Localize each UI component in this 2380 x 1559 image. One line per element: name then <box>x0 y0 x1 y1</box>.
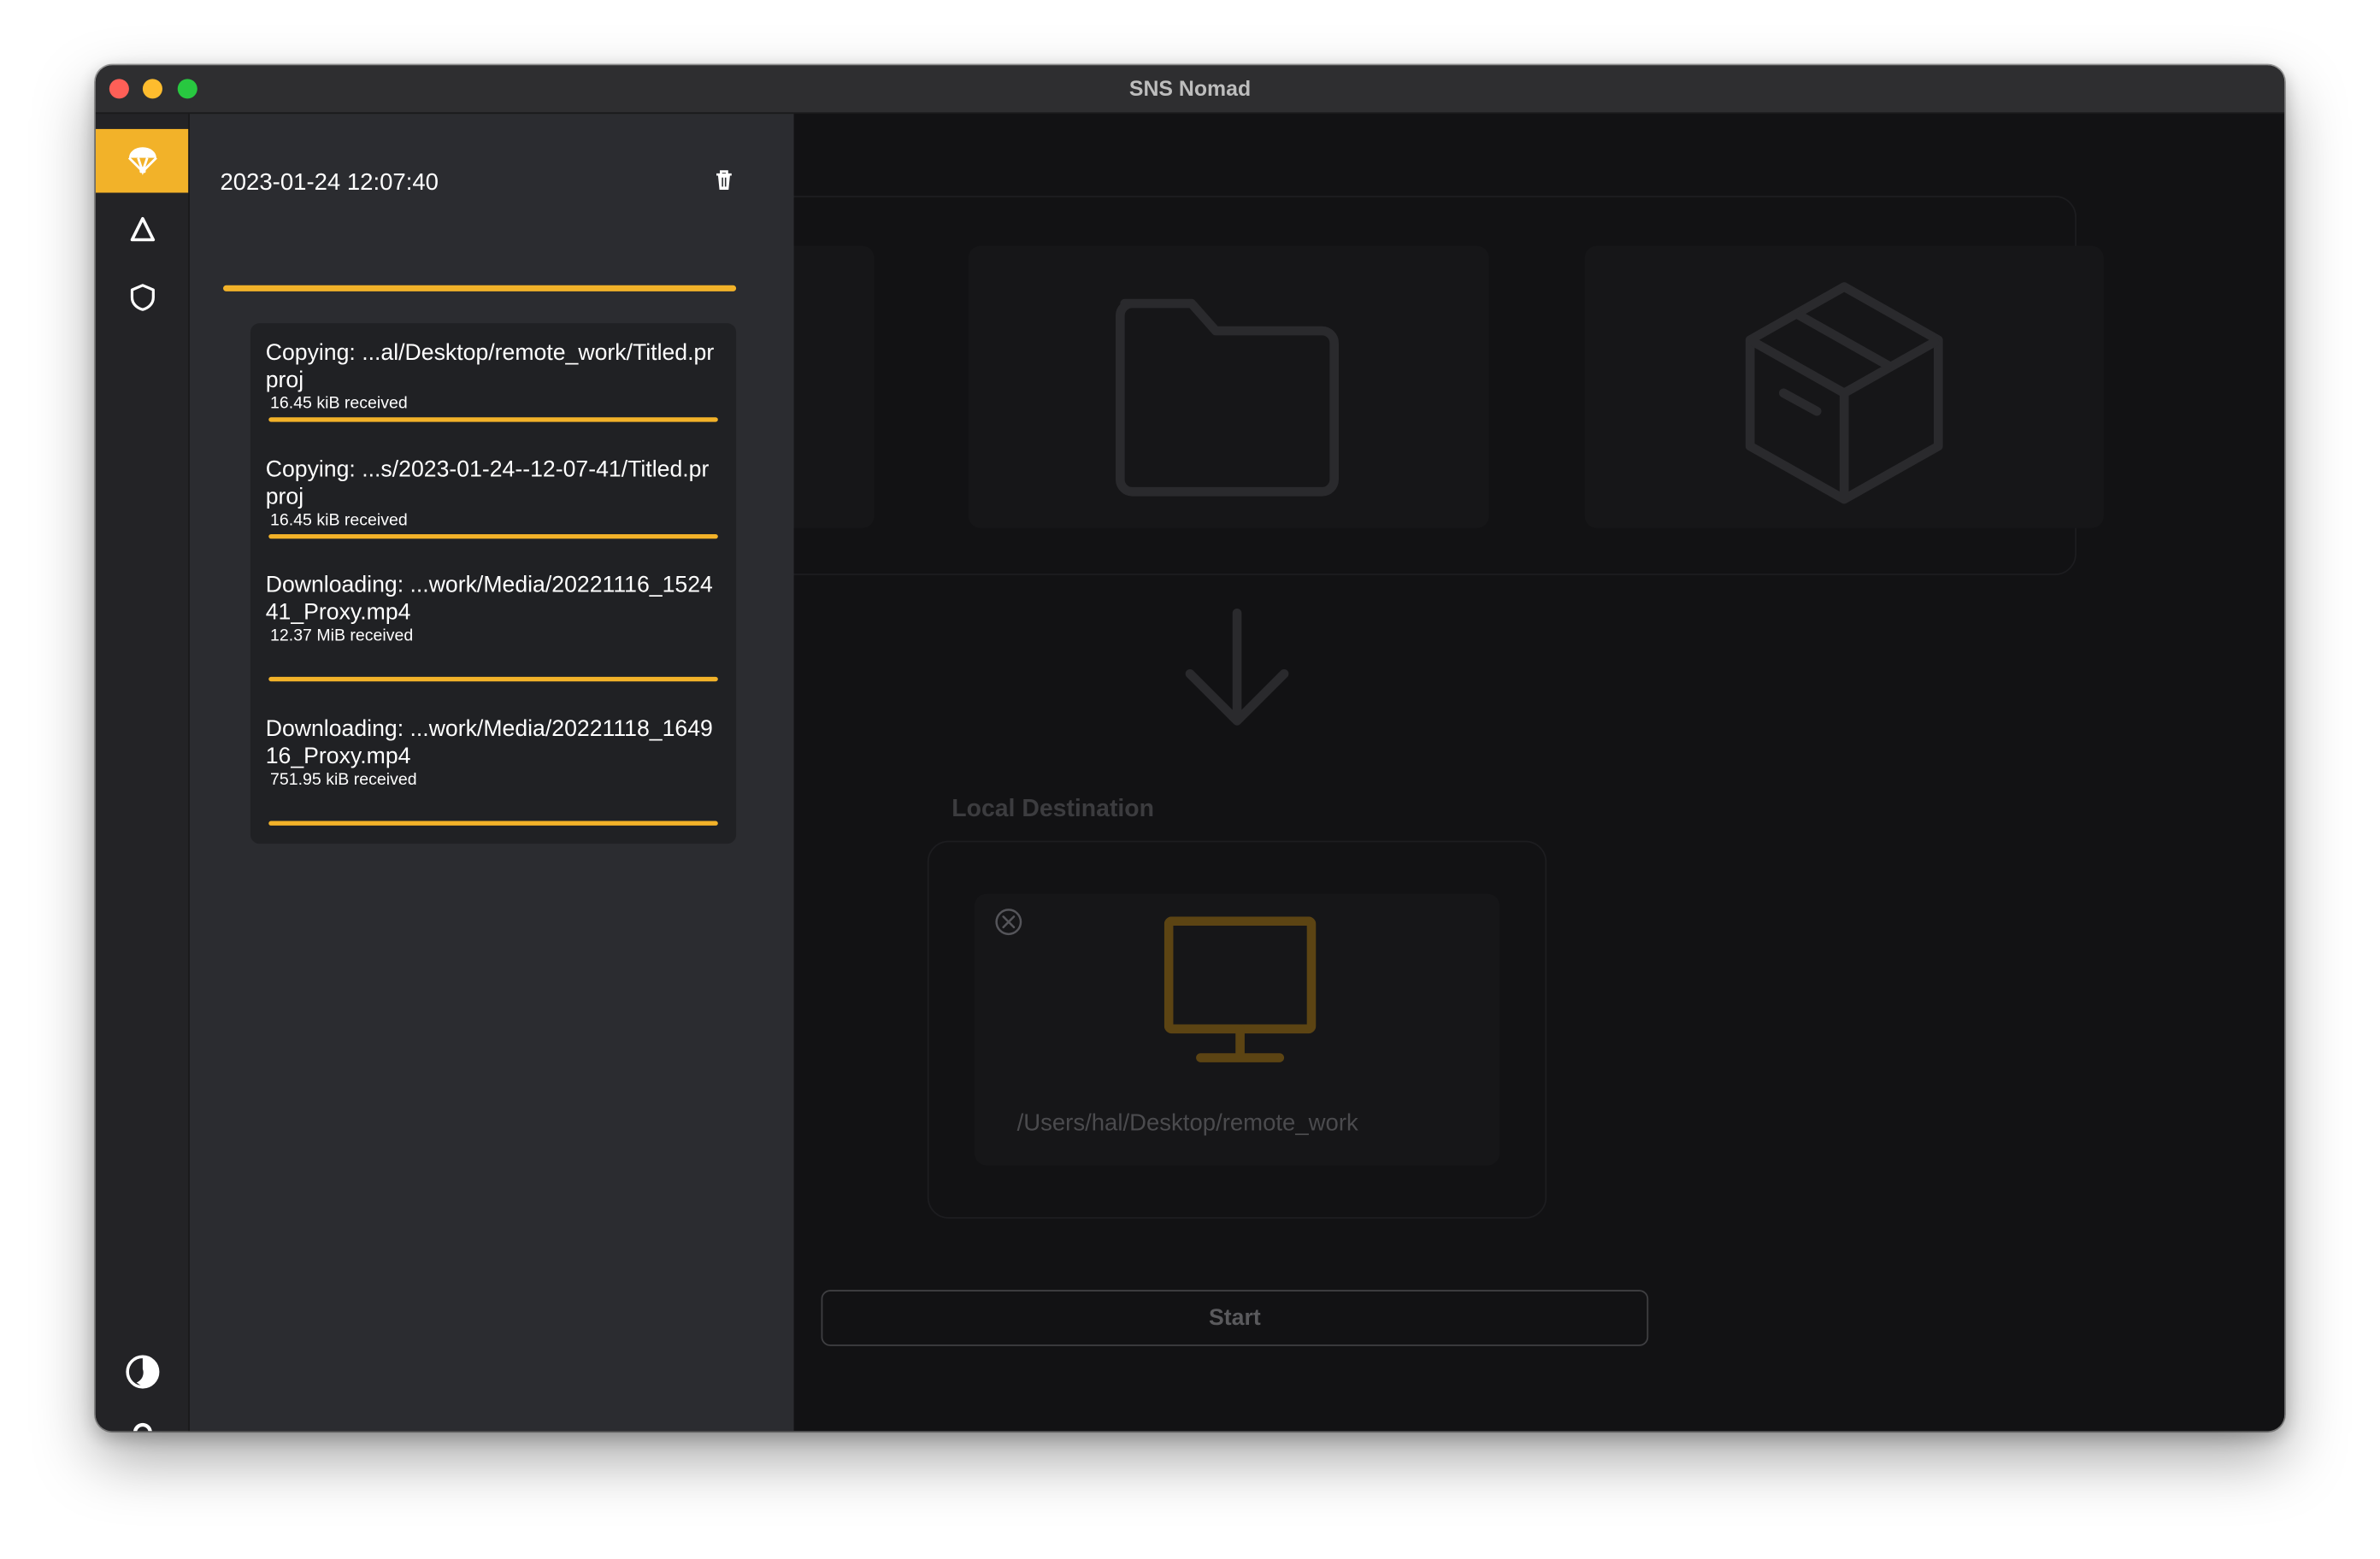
job-label: Downloading: ...work/Media/20221116_1524… <box>265 572 713 626</box>
job-size: 12.37 MiB received <box>270 627 414 645</box>
job-progress-bar <box>268 533 718 539</box>
start-button[interactable]: Start <box>821 1290 1649 1346</box>
folder-icon <box>1115 298 1339 497</box>
job-label: Copying: ...al/Desktop/remote_work/Title… <box>265 339 715 393</box>
job-size: 751.95 kiB received <box>270 770 417 790</box>
question-icon <box>133 1422 151 1432</box>
job-item: Copying: ...al/Desktop/remote_work/Title… <box>266 340 722 415</box>
arrow-down-icon <box>1185 608 1289 726</box>
nav-item-security[interactable] <box>96 266 188 330</box>
box-icon <box>1745 282 1943 504</box>
job-item: Downloading: ...work/Media/20221118_1649… <box>266 716 722 791</box>
nav-item-theme[interactable] <box>96 1340 188 1404</box>
title-bar: SNS Nomad <box>95 65 2285 115</box>
job-item: Copying: ...s/2023-01-24--12-07-41/Title… <box>266 456 722 531</box>
job-progress-bar <box>268 821 718 826</box>
transfer-timestamp: 2023-01-24 12:07:40 <box>220 169 439 197</box>
transfer-drawer: 2023-01-24 12:07:40 Copying: ...al/Deskt… <box>189 114 794 1432</box>
half-circle-icon <box>125 1355 159 1389</box>
job-label: Copying: ...s/2023-01-24--12-07-41/Title… <box>265 456 710 510</box>
job-item: Downloading: ...work/Media/20221116_1524… <box>266 572 722 646</box>
monitor-icon <box>1163 916 1317 1062</box>
job-list: Copying: ...al/Desktop/remote_work/Title… <box>250 323 737 844</box>
source-box-package[interactable] <box>1584 245 2104 528</box>
source-box-folder[interactable] <box>968 245 1489 528</box>
overall-progress-bar <box>222 285 737 291</box>
nav-item-transfers[interactable] <box>95 128 189 193</box>
job-label: Downloading: ...work/Media/20221118_1649… <box>265 716 713 770</box>
destination-path: /Users/hal/Desktop/remote_work <box>1016 1110 1358 1137</box>
window-title: SNS Nomad <box>1128 75 1252 101</box>
shield-icon <box>129 284 155 311</box>
job-size: 16.45 kiB received <box>270 511 408 530</box>
sidebar-nav <box>95 114 190 1432</box>
nav-item-help[interactable] <box>96 1409 188 1432</box>
job-progress-bar <box>268 417 718 422</box>
destination-label: Local Destination <box>951 797 1155 823</box>
nav-item-delta[interactable] <box>96 197 188 262</box>
remove-destination-icon[interactable] <box>994 908 1023 937</box>
parachute-icon <box>127 147 156 176</box>
delta-icon <box>129 216 155 242</box>
job-progress-bar <box>268 676 718 682</box>
job-size: 16.45 kiB received <box>270 394 408 413</box>
trash-icon[interactable] <box>712 168 736 192</box>
